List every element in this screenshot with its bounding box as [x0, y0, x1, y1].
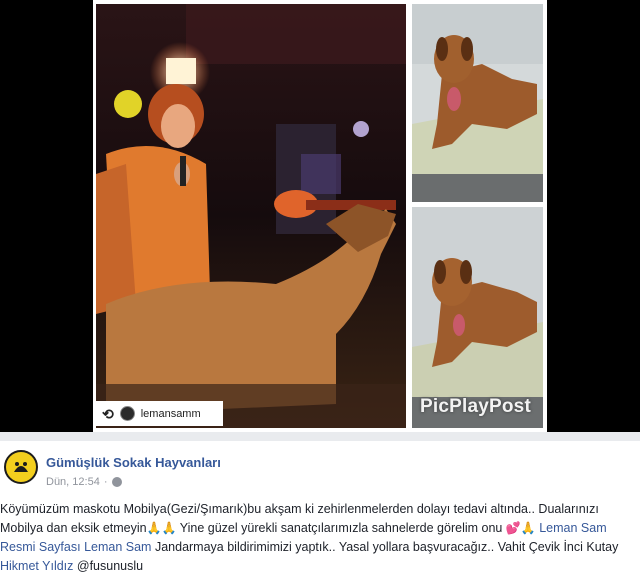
page-avatar[interactable] — [4, 450, 38, 484]
watermark: PicPlayPost — [420, 396, 531, 417]
right-black-bar — [547, 0, 640, 432]
post-text: Köyümüzüm maskotu Mobilya(Gezi/Şımarık)b… — [0, 500, 636, 576]
post-meta: Dün, 12:54 · — [46, 476, 122, 488]
repost-tag[interactable]: ⟲ lemansamm — [96, 401, 223, 426]
post-text-part: Jandarmaya bildirimimizi yaptık.. Yasal … — [151, 540, 619, 554]
repost-icon: ⟲ — [102, 405, 114, 422]
heart-pray-emoji-icon: 💕🙏 — [505, 521, 536, 535]
page-name-link[interactable]: Gümüşlük Sokak Hayvanları — [46, 455, 221, 470]
mention-hikmet-yildiz[interactable]: Hikmet Yıldız — [0, 559, 73, 573]
repost-avatar — [119, 406, 135, 421]
photo-collage[interactable] — [93, 0, 547, 432]
post-text-part: @fusunuslu — [73, 559, 144, 573]
mention-leman-sam[interactable]: Leman Sam — [84, 540, 151, 554]
left-black-bar — [0, 0, 93, 432]
pray-emoji-icon: 🙏🙏 — [146, 521, 177, 535]
dog-photo-top — [412, 4, 543, 202]
post-text-part: Yine güzel yürekli sanatçılarımızla sahn… — [176, 521, 506, 535]
globe-icon — [111, 477, 122, 487]
concert-photo — [96, 4, 406, 428]
post-timestamp[interactable]: Dün, 12:54 — [46, 476, 100, 488]
post-divider — [0, 432, 640, 441]
media-area: ⟲ lemansamm PicPlayPost — [0, 0, 640, 432]
dog-photo-bottom — [412, 207, 543, 428]
repost-username: lemansamm — [140, 407, 201, 420]
